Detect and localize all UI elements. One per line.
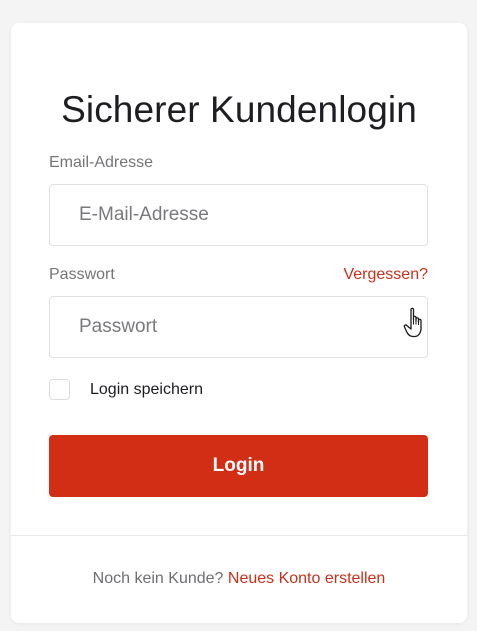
email-label: Email-Adresse — [49, 154, 154, 171]
footer-question: Noch kein Kunde? — [92, 570, 224, 587]
password-field[interactable] — [50, 297, 427, 357]
remember-checkbox[interactable] — [49, 379, 70, 400]
remember-label[interactable]: Login speichern — [90, 381, 203, 399]
page-title: Sicherer Kundenlogin — [61, 89, 417, 130]
hand-pointer-icon — [403, 307, 422, 338]
login-card: Sicherer Kundenlogin Email-Adresse Passw… — [11, 23, 467, 623]
password-field-wrapper — [49, 296, 428, 358]
password-label: Passwort — [49, 266, 115, 283]
forgot-password-link[interactable]: Vergessen? — [343, 266, 428, 284]
divider — [11, 535, 467, 536]
login-button[interactable]: Login — [49, 435, 428, 497]
email-field-wrapper — [49, 184, 428, 246]
footer: Noch kein Kunde? Neues Konto erstellen — [11, 570, 467, 588]
register-link[interactable]: Neues Konto erstellen — [228, 570, 385, 587]
email-field[interactable] — [50, 185, 427, 245]
